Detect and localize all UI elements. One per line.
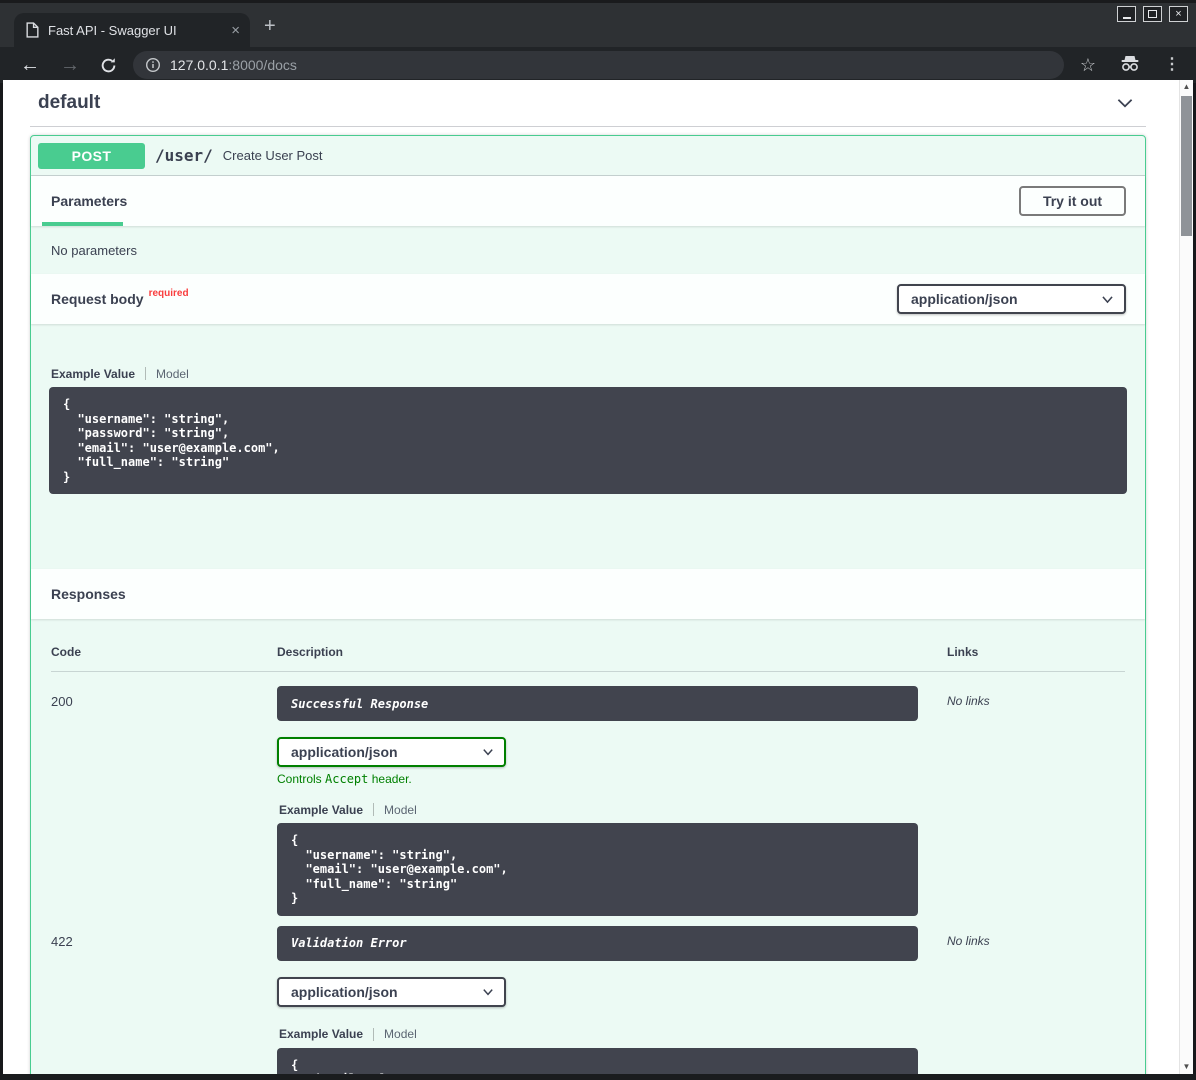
bookmark-star-icon[interactable]: ☆ [1080, 56, 1096, 74]
method-badge: POST [38, 143, 145, 169]
browser-toolbar: ← → 127.0.0.1:8000/docs ☆ [0, 47, 1196, 83]
response-422-example-code: { "detail": [ [277, 1048, 918, 1075]
request-body-header: Request body required application/json [31, 274, 1145, 324]
chevron-down-icon [482, 746, 494, 758]
no-parameters-text: No parameters [31, 226, 1145, 274]
example-model-tabs: Example Value Model [49, 366, 1127, 381]
maximize-icon [1148, 10, 1157, 18]
api-section-header[interactable]: default [30, 84, 1146, 127]
tab-parameters: Parameters [51, 193, 127, 209]
page-scrollbar[interactable]: ▲ ▼ [1179, 80, 1193, 1074]
example-model-tabs: Example Value Model [277, 802, 947, 817]
browser-chrome: × Fast API - Swagger UI × + ← → [0, 0, 1196, 80]
response-media-type-value: application/json [291, 984, 398, 1000]
url-host: 127.0.0.1 [170, 57, 228, 73]
response-row-422: 422 Validation Error application/json Ex… [51, 916, 1125, 1075]
response-media-type-value: application/json [291, 744, 398, 760]
close-icon: × [1175, 9, 1181, 20]
opblock-summary[interactable]: POST /user/ Create User Post [31, 136, 1145, 176]
controls-accept-note: Controls Accept header. [277, 772, 947, 788]
request-content-type-value: application/json [911, 291, 1018, 307]
request-body-section: Example Value Model { "username": "strin… [31, 324, 1145, 569]
response-links: No links [947, 926, 1125, 1075]
chevron-down-icon [1101, 293, 1114, 306]
responses-table-head: Code Description Links [51, 645, 1125, 672]
tab-model[interactable]: Model [384, 1027, 417, 1041]
window-bottom-edge [0, 1074, 1196, 1080]
tab-model[interactable]: Model [156, 367, 189, 381]
tab-divider [145, 367, 146, 380]
minimize-button[interactable] [1117, 6, 1136, 22]
tab-title: Fast API - Swagger UI [48, 23, 222, 38]
response-row-200: 200 Successful Response application/json… [51, 672, 1125, 916]
window-controls: × [1117, 6, 1188, 22]
swagger-wrapper: default POST /user/ Create User Post Par… [3, 84, 1179, 1074]
controls-code: Accept [325, 772, 368, 786]
reload-icon[interactable] [100, 57, 117, 74]
tab-divider [373, 1028, 374, 1041]
response-media-type-select[interactable]: application/json [277, 737, 506, 767]
close-button[interactable]: × [1169, 6, 1188, 22]
request-body-title: Request body [51, 291, 144, 307]
back-icon[interactable]: ← [20, 55, 40, 75]
forward-icon[interactable]: → [60, 55, 80, 75]
example-model-tabs: Example Value Model [277, 1027, 947, 1042]
responses-header: Responses [31, 569, 1145, 619]
menu-kebab-icon[interactable]: ⋮ [1164, 57, 1180, 73]
tab-example-value[interactable]: Example Value [279, 803, 363, 817]
scroll-down-icon[interactable]: ▼ [1180, 1060, 1193, 1074]
required-badge: required [149, 288, 189, 299]
swagger-page: default POST /user/ Create User Post Par… [3, 80, 1179, 1074]
col-links: Links [947, 645, 1125, 659]
endpoint-summary: Create User Post [223, 148, 323, 163]
chevron-down-icon [482, 986, 494, 998]
browser-tab[interactable]: Fast API - Swagger UI × [14, 13, 250, 47]
responses-table: Code Description Links 200 Successful Re… [31, 619, 1145, 1074]
response-links: No links [947, 686, 1125, 916]
minimize-icon [1123, 17, 1131, 19]
response-description-cell: Validation Error application/json Exampl… [277, 926, 947, 1075]
col-code: Code [51, 645, 277, 659]
response-code: 200 [51, 686, 277, 916]
section-title: default [38, 90, 100, 116]
scrollbar-thumb[interactable] [1181, 96, 1192, 236]
opblock-post-user: POST /user/ Create User Post Parameters … [30, 135, 1146, 1074]
info-icon[interactable] [145, 57, 161, 73]
col-description: Description [277, 645, 947, 659]
response-media-type-select[interactable]: application/json [277, 977, 506, 1007]
chevron-down-icon[interactable] [1114, 92, 1136, 114]
active-tab-indicator [42, 222, 123, 226]
tab-example-value[interactable]: Example Value [51, 367, 135, 381]
tab-example-value[interactable]: Example Value [279, 1027, 363, 1041]
request-content-type-select[interactable]: application/json [897, 284, 1126, 314]
parameters-header: Parameters Try it out [31, 176, 1145, 226]
url-bar[interactable]: 127.0.0.1:8000/docs [133, 51, 1064, 79]
request-example-code: { "username": "string", "password": "str… [49, 387, 1127, 494]
browser-window: × Fast API - Swagger UI × + ← → [0, 0, 1196, 1080]
scroll-up-icon[interactable]: ▲ [1180, 80, 1193, 94]
controls-suffix: header. [368, 772, 411, 786]
incognito-icon [1118, 55, 1142, 75]
response-description: Successful Response [277, 686, 918, 721]
new-tab-button[interactable]: + [264, 16, 276, 36]
tab-close-icon[interactable]: × [231, 23, 240, 38]
response-200-example-code: { "username": "string", "email": "user@e… [277, 823, 918, 916]
page-icon [26, 22, 39, 38]
response-description-cell: Successful Response application/json Con… [277, 686, 947, 916]
tab-model[interactable]: Model [384, 803, 417, 817]
response-code: 422 [51, 926, 277, 1075]
tab-divider [373, 803, 374, 816]
endpoint-path: /user/ [155, 146, 213, 165]
response-description: Validation Error [277, 926, 918, 961]
responses-title: Responses [51, 586, 126, 602]
try-it-out-button[interactable]: Try it out [1019, 186, 1126, 216]
url-text: 127.0.0.1:8000/docs [170, 57, 297, 73]
maximize-button[interactable] [1143, 6, 1162, 22]
url-path: :8000/docs [228, 57, 297, 73]
controls-prefix: Controls [277, 772, 325, 786]
